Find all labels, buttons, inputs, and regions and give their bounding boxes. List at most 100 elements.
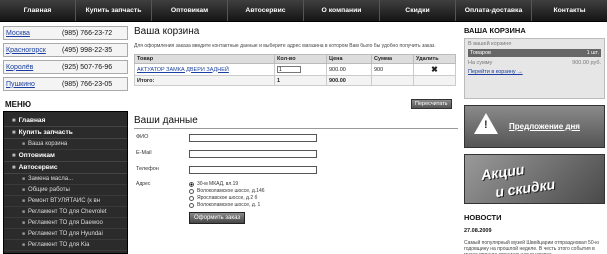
warning-icon bbox=[474, 113, 498, 134]
radio-icon[interactable] bbox=[189, 188, 194, 194]
city-link[interactable]: Москва bbox=[6, 30, 62, 37]
page-title: Ваша корзина bbox=[134, 26, 200, 37]
menu-subitem[interactable]: ■ Замена масла... bbox=[4, 174, 127, 185]
menu-item-autoservice[interactable]: ■ Автосервис bbox=[4, 162, 127, 174]
col-header: Цена bbox=[326, 54, 372, 64]
phone-field[interactable] bbox=[189, 166, 317, 174]
radio-icon[interactable] bbox=[189, 202, 194, 208]
radio-icon[interactable] bbox=[189, 195, 194, 201]
cart-widget: В вашей корзине Товаров 1 шт. На сумму 9… bbox=[464, 38, 605, 99]
nav-about[interactable]: О компании bbox=[304, 0, 380, 21]
menu-subitem[interactable]: ■ Регламент ТО для Chevrolet bbox=[4, 207, 127, 218]
address-option[interactable]: 30-м МКАД, вл.19 bbox=[189, 181, 238, 187]
recalculate-button[interactable]: Пересчитать bbox=[411, 99, 452, 109]
submit-order-button[interactable]: Оформить заказ bbox=[189, 212, 246, 224]
field-label: ФИО bbox=[136, 134, 149, 140]
bullet-icon: ■ bbox=[22, 198, 26, 204]
news-date: 27.08.2009 bbox=[464, 228, 492, 234]
menu-item-label: Ваша корзина bbox=[28, 141, 68, 147]
menu-item-label: Общие работы bbox=[28, 187, 70, 193]
nav-contacts[interactable]: Контакты bbox=[532, 0, 607, 21]
promotions-banner[interactable]: Акции и скидки bbox=[464, 154, 605, 204]
radio-selected-icon[interactable] bbox=[189, 181, 194, 187]
col-header: Сумма bbox=[371, 54, 414, 64]
menu-subitem-cart[interactable]: ■ Ваша корзина bbox=[4, 139, 127, 150]
menu-item-label: Регламент ТО для Chevrolet bbox=[28, 209, 107, 215]
menu-item-label: Регламент ТО для Hyundai bbox=[28, 231, 103, 237]
delete-icon[interactable]: ✖ bbox=[431, 65, 438, 74]
address-option[interactable]: Волоколамское шоссе, д.146 bbox=[189, 188, 265, 194]
bullet-icon: ■ bbox=[12, 152, 16, 159]
address-label: Адрес bbox=[136, 181, 151, 187]
deal-of-day-banner[interactable]: Предложение дня bbox=[464, 105, 605, 148]
nav-discounts[interactable]: Скидки bbox=[380, 0, 456, 21]
product-link[interactable]: АКТУАТОР ЗАМКА ДВЕРИ ЗАДНЕЙ bbox=[134, 63, 275, 76]
email-field[interactable] bbox=[189, 150, 317, 158]
address-option[interactable]: Волоколамское шоссе, д. 1 bbox=[189, 202, 260, 208]
phone-box: Королёв (925) 507-76-96 bbox=[3, 60, 128, 74]
menu-subitem[interactable]: ■ Ремонт ВТУЛЯТАИС (к вн bbox=[4, 196, 127, 207]
left-column: Москва (985) 766-23-72 Красногорск (495)… bbox=[3, 23, 128, 254]
address-text: Волоколамское шоссе, д.146 bbox=[197, 188, 265, 194]
col-header: Товар bbox=[134, 54, 275, 64]
phone-number: (985) 766-23-72 bbox=[62, 29, 113, 37]
nav-autoservice[interactable]: Автосервис bbox=[228, 0, 304, 21]
qty-cell bbox=[274, 63, 327, 76]
side-menu: ■ Главная ■ Купить запчасть ■ Ваша корзина … bbox=[3, 111, 128, 254]
empty-cell bbox=[413, 75, 456, 86]
nav-wholesale[interactable]: Оптовикам bbox=[152, 0, 228, 21]
top-navigation: Главная Купить запчасть Оптовикам Автосе… bbox=[0, 0, 607, 22]
cart-intro-text: Для оформления заказа введите контактные… bbox=[134, 43, 436, 49]
bullet-icon: ■ bbox=[12, 164, 16, 171]
menu-item-home[interactable]: ■ Главная bbox=[4, 115, 127, 127]
empty-cell bbox=[371, 75, 414, 86]
menu-item-label: Оптовикам bbox=[18, 152, 55, 159]
address-text: 30-м МКАД, вл.19 bbox=[197, 181, 239, 187]
menu-item-label: Автосервис bbox=[18, 164, 58, 171]
menu-subitem[interactable]: ■ Регламент ТО для Hyundai bbox=[4, 229, 127, 240]
bullet-icon: ■ bbox=[12, 117, 16, 124]
bullet-icon: ■ bbox=[22, 242, 26, 248]
address-option[interactable]: Ярославское шоссе, д.2 б bbox=[189, 195, 257, 201]
menu-item-label: Замена масла... bbox=[28, 176, 74, 182]
total-label: Итого: bbox=[134, 75, 275, 86]
bullet-icon: ■ bbox=[22, 220, 26, 226]
menu-item-buy-parts[interactable]: ■ Купить запчасть bbox=[4, 127, 127, 139]
deal-of-day-link[interactable]: Предложение дня bbox=[509, 122, 580, 131]
table-row: АКТУАТОР ЗАМКА ДВЕРИ ЗАДНЕЙ 900.00 900 ✖ bbox=[134, 63, 456, 76]
delete-cell: ✖ bbox=[413, 63, 456, 76]
col-header: Удалить bbox=[413, 54, 456, 64]
phone-box: Красногорск (495) 998-22-35 bbox=[3, 43, 128, 57]
city-link[interactable]: Пушкино bbox=[6, 81, 62, 88]
city-link[interactable]: Королёв bbox=[6, 64, 62, 71]
news-title: НОВОСТИ bbox=[464, 213, 502, 222]
right-column: ВАША КОРЗИНА В вашей корзине Товаров 1 ш… bbox=[464, 23, 605, 254]
sum-value: 900.00 руб. bbox=[572, 60, 601, 66]
address-text: Ярославское шоссе, д.2 б bbox=[197, 195, 258, 201]
menu-subitem[interactable]: ■ Общие работы bbox=[4, 185, 127, 196]
nav-payment-delivery[interactable]: Оплата-доставка bbox=[456, 0, 532, 21]
cart-items-row: Товаров 1 шт. bbox=[468, 49, 601, 57]
menu-item-wholesale[interactable]: ■ Оптовикам bbox=[4, 150, 127, 162]
go-to-cart-link[interactable]: Перейти в корзину → bbox=[468, 69, 601, 75]
cart-caption: В вашей корзине bbox=[468, 41, 512, 47]
nav-buy-parts[interactable]: Купить запчасть bbox=[76, 0, 152, 21]
name-field[interactable] bbox=[189, 134, 317, 142]
menu-subitem[interactable]: ■ Регламент ТО для Kia bbox=[4, 240, 127, 251]
menu-title: МЕНЮ bbox=[5, 100, 32, 109]
nav-home[interactable]: Главная bbox=[0, 0, 76, 21]
bullet-icon: ■ bbox=[22, 187, 26, 193]
city-link[interactable]: Красногорск bbox=[6, 47, 62, 54]
phone-number: (985) 766-23-05 bbox=[62, 80, 113, 88]
bullet-icon: ■ bbox=[22, 231, 26, 237]
total-sum: 900.00 bbox=[326, 75, 372, 86]
quantity-input[interactable] bbox=[277, 66, 301, 73]
divider bbox=[134, 128, 458, 129]
menu-item-label: Ремонт ВТУЛЯТАИС (к вн bbox=[28, 198, 101, 204]
news-text: Самый популярный музей Швейцарии отпразд… bbox=[464, 240, 600, 254]
menu-subitem[interactable]: ■ Регламент ТО для Daewoo bbox=[4, 218, 127, 229]
sum-label: На сумму bbox=[468, 60, 493, 66]
table-header-row: Товар Кол-во Цена Сумма Удалить bbox=[134, 54, 456, 64]
menu-item-label: Регламент ТО для Daewoo bbox=[28, 220, 103, 226]
field-label: Телефон bbox=[136, 166, 159, 172]
